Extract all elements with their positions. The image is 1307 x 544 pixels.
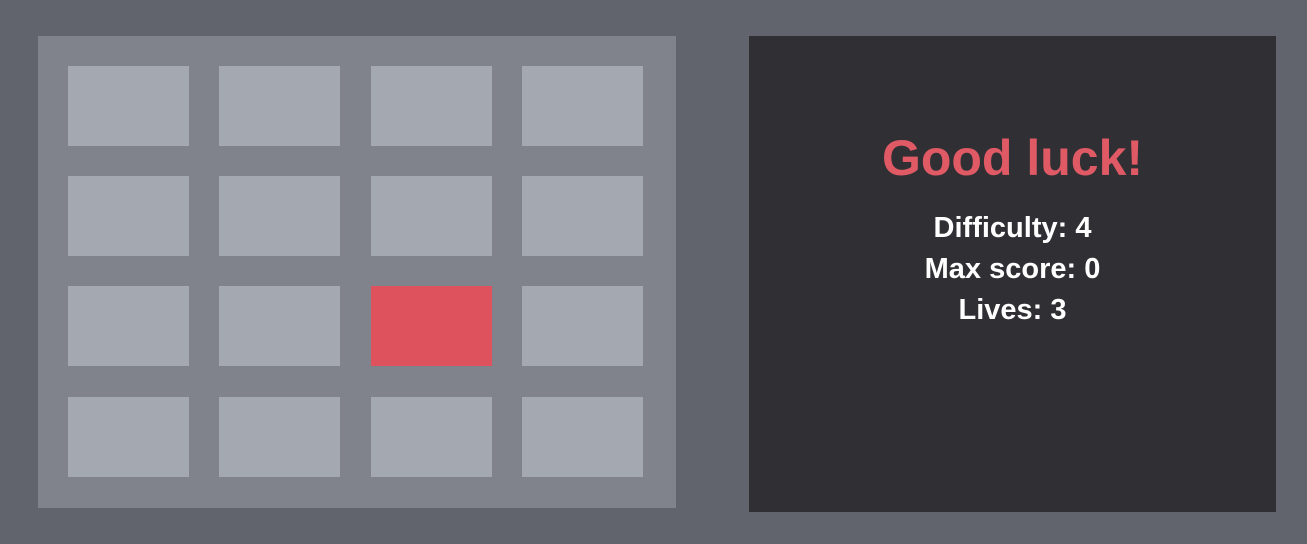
tile-r2-c4[interactable] <box>522 176 643 256</box>
tile-r4-c1[interactable] <box>68 397 189 477</box>
tile-r1-c4[interactable] <box>522 66 643 146</box>
tile-r1-c1[interactable] <box>68 66 189 146</box>
stats-block: Difficulty: 4 Max score: 0 Lives: 3 <box>749 208 1276 331</box>
game-board <box>38 36 676 508</box>
status-panel: Good luck! Difficulty: 4 Max score: 0 Li… <box>749 36 1276 512</box>
tile-r4-c4[interactable] <box>522 397 643 477</box>
lives-label: Lives: 3 <box>958 294 1067 326</box>
tile-r3-c1[interactable] <box>68 286 189 366</box>
tile-r1-c3[interactable] <box>371 66 492 146</box>
difficulty-label: Difficulty: 4 <box>933 212 1092 244</box>
tile-r1-c2[interactable] <box>219 66 340 146</box>
tile-r3-c4[interactable] <box>522 286 643 366</box>
tile-r4-c2[interactable] <box>219 397 340 477</box>
tile-r2-c3[interactable] <box>371 176 492 256</box>
status-message: Good luck! <box>881 130 1144 186</box>
tile-r2-c1[interactable] <box>68 176 189 256</box>
tile-r4-c3[interactable] <box>371 397 492 477</box>
tile-r3-c2[interactable] <box>219 286 340 366</box>
max-score-label: Max score: 0 <box>924 253 1101 285</box>
tile-r2-c2[interactable] <box>219 176 340 256</box>
tile-r3-c3[interactable] <box>371 286 492 366</box>
